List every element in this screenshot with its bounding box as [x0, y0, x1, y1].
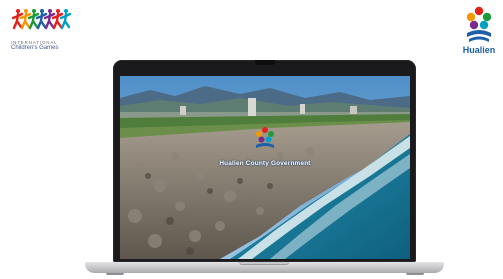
laptop-lid: Hualien County Government	[113, 60, 416, 262]
laptop-base-notch	[239, 262, 289, 265]
hualien-logo: Hualien	[456, 6, 502, 58]
laptop-base	[85, 262, 444, 273]
laptop-foot-left	[106, 273, 124, 275]
hualien-emblem-icon	[256, 127, 274, 148]
hualien-logo-text: Hualien	[462, 45, 496, 55]
running-figures-icon	[12, 9, 72, 30]
laptop-screen: Hualien County Government	[120, 76, 410, 259]
camera-notch	[255, 60, 275, 65]
icg-logo-line2: Children's Games	[11, 45, 59, 51]
laptop-foot-right	[406, 273, 424, 275]
page: INTERNATIONAL Children's Games Hualien H…	[0, 0, 503, 279]
icg-logo: INTERNATIONAL Children's Games	[8, 6, 78, 51]
video-caption: Hualien County Government	[219, 160, 311, 167]
hualien-flower-icon	[466, 6, 492, 42]
video-frame-coastline	[120, 76, 410, 259]
